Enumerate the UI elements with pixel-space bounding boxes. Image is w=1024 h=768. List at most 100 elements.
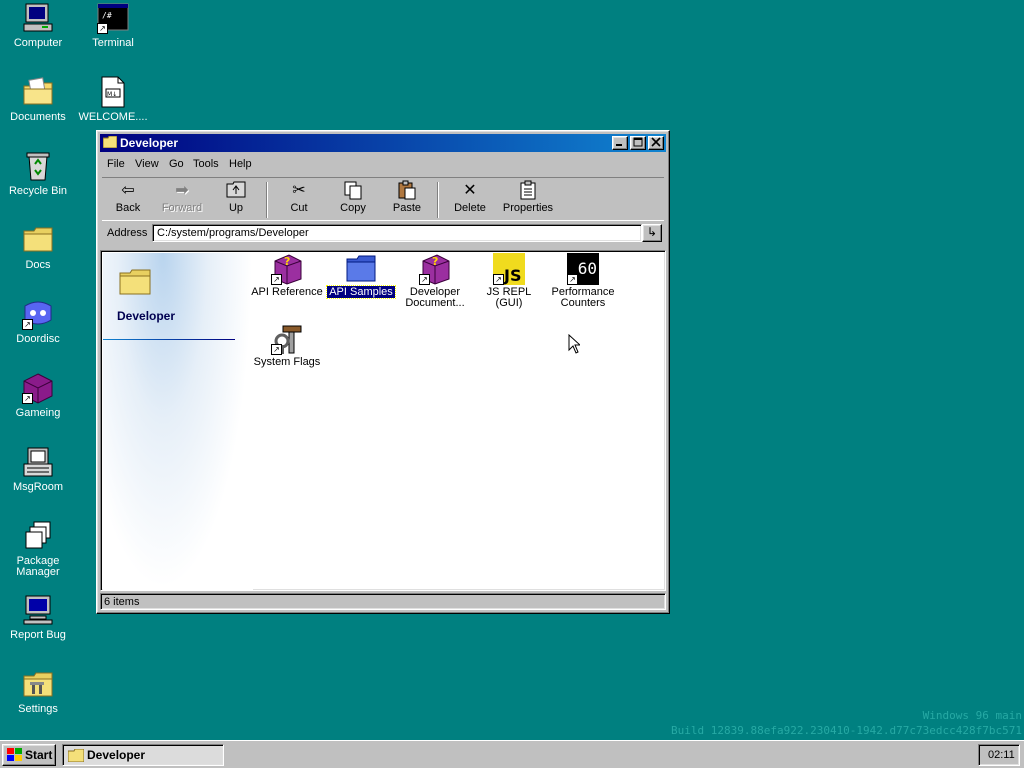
desktop-icon-doordisc[interactable]: ↗ Doordisc (0, 298, 76, 345)
desktop-icon-welcome[interactable]: M↓ WELCOME.... (75, 76, 151, 123)
build-watermark: Windows 96 main Build 12839.88efa922.230… (671, 708, 1022, 738)
shortcut-arrow-icon: ↗ (271, 274, 282, 285)
menu-go[interactable]: Go (169, 158, 184, 170)
desktop-icon-label: Package Manager (16, 555, 60, 578)
file-label: System Flags (253, 356, 321, 368)
up-folder-icon (210, 180, 262, 202)
desktop-icon-package-manager[interactable]: Package Manager (0, 520, 76, 578)
folder-icon (102, 135, 118, 149)
taskbar-item-developer[interactable]: Developer (62, 744, 224, 766)
back-button[interactable]: ⇦ Back (102, 180, 154, 218)
menu-bar: File View Go Tools Help (103, 155, 663, 173)
side-panel-title: Developer (117, 309, 176, 323)
shortcut-arrow-icon: ↗ (419, 274, 430, 285)
taskbar: Start Developer 02:11 (0, 740, 1024, 768)
recycle-bin-icon (22, 150, 54, 182)
minimize-button[interactable] (612, 136, 628, 150)
shortcut-arrow-icon: ↗ (22, 319, 33, 330)
window-title: Developer (120, 136, 179, 150)
folder-side-panel: Developer (103, 253, 253, 590)
file-api-reference[interactable]: ? ↗ API Reference (251, 253, 323, 298)
game-cube-icon: ↗ (22, 372, 54, 404)
shortcut-arrow-icon: ↗ (97, 23, 108, 34)
menu-view[interactable]: View (135, 158, 159, 170)
desktop-icon-terminal[interactable]: /# ↗ Terminal (75, 2, 151, 49)
address-go-button[interactable]: ↳ (642, 224, 662, 242)
watermark-os-name: Windows 96 main (922, 709, 1022, 722)
desktop-icon-label: Doordisc (16, 333, 60, 345)
cut-button[interactable]: ✂ Cut (273, 180, 325, 218)
svg-text:M↓: M↓ (107, 91, 117, 98)
desktop-icon-label: Settings (18, 703, 58, 715)
svg-text:/#: /# (102, 11, 112, 20)
window-titlebar[interactable]: Developer (100, 134, 666, 152)
markdown-file-icon: M↓ (97, 76, 129, 108)
explorer-window[interactable]: Developer File View Go Tools Help ⇦ Back… (96, 130, 670, 614)
minimize-icon (616, 144, 622, 146)
mouse-cursor-icon (568, 333, 582, 357)
toolbar-separator (266, 182, 268, 218)
close-button[interactable] (648, 136, 664, 150)
documents-folder-icon (22, 76, 54, 108)
package-manager-icon (22, 520, 54, 552)
desktop-icon-settings[interactable]: Settings (0, 668, 76, 715)
folder-icon (119, 269, 151, 295)
doordisc-chat-icon: ↗ (22, 298, 54, 330)
back-arrow-icon: ⇦ (121, 182, 135, 199)
desktop-icon-label: WELCOME.... (78, 111, 148, 123)
clock: 02:11 (988, 749, 1015, 761)
address-bar: Address C:/system/programs/Developer ↳ (102, 223, 664, 245)
address-input[interactable]: C:/system/programs/Developer (152, 224, 642, 242)
menu-file[interactable]: File (107, 158, 125, 170)
desktop-icon-docs[interactable]: Docs (0, 224, 76, 271)
properties-button[interactable]: Properties (498, 180, 558, 218)
terminal-icon: /# ↗ (97, 2, 129, 34)
paste-label: Paste (392, 202, 422, 214)
delete-label: Delete (454, 202, 486, 214)
cut-label: Cut (290, 202, 308, 214)
file-system-flags[interactable]: ↗ System Flags (251, 323, 323, 368)
system-tray[interactable]: 02:11 (978, 744, 1020, 766)
desktop-icon-recycle-bin[interactable]: Recycle Bin (0, 150, 76, 197)
menu-tools[interactable]: Tools (193, 158, 219, 170)
desktop-icon-computer[interactable]: Computer (0, 2, 76, 49)
maximize-button[interactable] (630, 136, 646, 150)
desktop-icon-gameing[interactable]: ↗ Gameing (0, 372, 76, 419)
file-label: API Reference (251, 286, 323, 298)
file-api-samples[interactable]: API Samples (325, 253, 397, 299)
address-label: Address (107, 227, 148, 239)
start-button[interactable]: Start (2, 744, 56, 766)
up-button[interactable]: Up (210, 180, 262, 218)
folder-content-pane[interactable]: Developer ? ↗ API Reference API Samples … (100, 250, 666, 591)
paste-button[interactable]: Paste (381, 180, 433, 218)
help-book-icon: ? ↗ (271, 253, 303, 285)
fps-counter-icon: 60 ↗ (567, 253, 599, 285)
file-label: Performance Counters (551, 286, 615, 309)
status-text: 6 items (104, 596, 140, 608)
copy-icon (327, 180, 379, 202)
folder-icon (68, 749, 84, 762)
file-js-repl[interactable]: JS ↗ JS REPL (GUI) (473, 253, 545, 309)
forward-button[interactable]: ➡ Forward (156, 180, 208, 218)
folder-icon (345, 253, 377, 285)
desktop-icon-documents[interactable]: Documents (0, 76, 76, 123)
file-developer-documentation[interactable]: ? ↗ Developer Document... (399, 253, 471, 309)
shortcut-arrow-icon: ↗ (22, 393, 33, 404)
settings-folder-icon (22, 668, 54, 700)
status-bar: 6 items (100, 593, 666, 610)
desktop-icon-msgroom[interactable]: MsgRoom (0, 446, 76, 493)
desktop-icon-label: MsgRoom (12, 481, 64, 493)
shortcut-arrow-icon: ↗ (493, 274, 504, 285)
computer-icon (22, 2, 54, 34)
go-arrow-icon: ↳ (646, 225, 658, 239)
desktop-icon-report-bug[interactable]: Report Bug (0, 594, 76, 641)
shortcut-arrow-icon: ↗ (271, 344, 282, 355)
delete-button[interactable]: ✕ Delete (444, 180, 496, 218)
menu-help[interactable]: Help (229, 158, 252, 170)
properties-icon (498, 180, 558, 202)
scissors-icon: ✂ (292, 182, 306, 199)
copy-button[interactable]: Copy (327, 180, 379, 218)
file-performance-counters[interactable]: 60 ↗ Performance Counters (547, 253, 619, 309)
file-label: JS REPL (GUI) (486, 286, 532, 309)
address-value: C:/system/programs/Developer (157, 227, 309, 239)
